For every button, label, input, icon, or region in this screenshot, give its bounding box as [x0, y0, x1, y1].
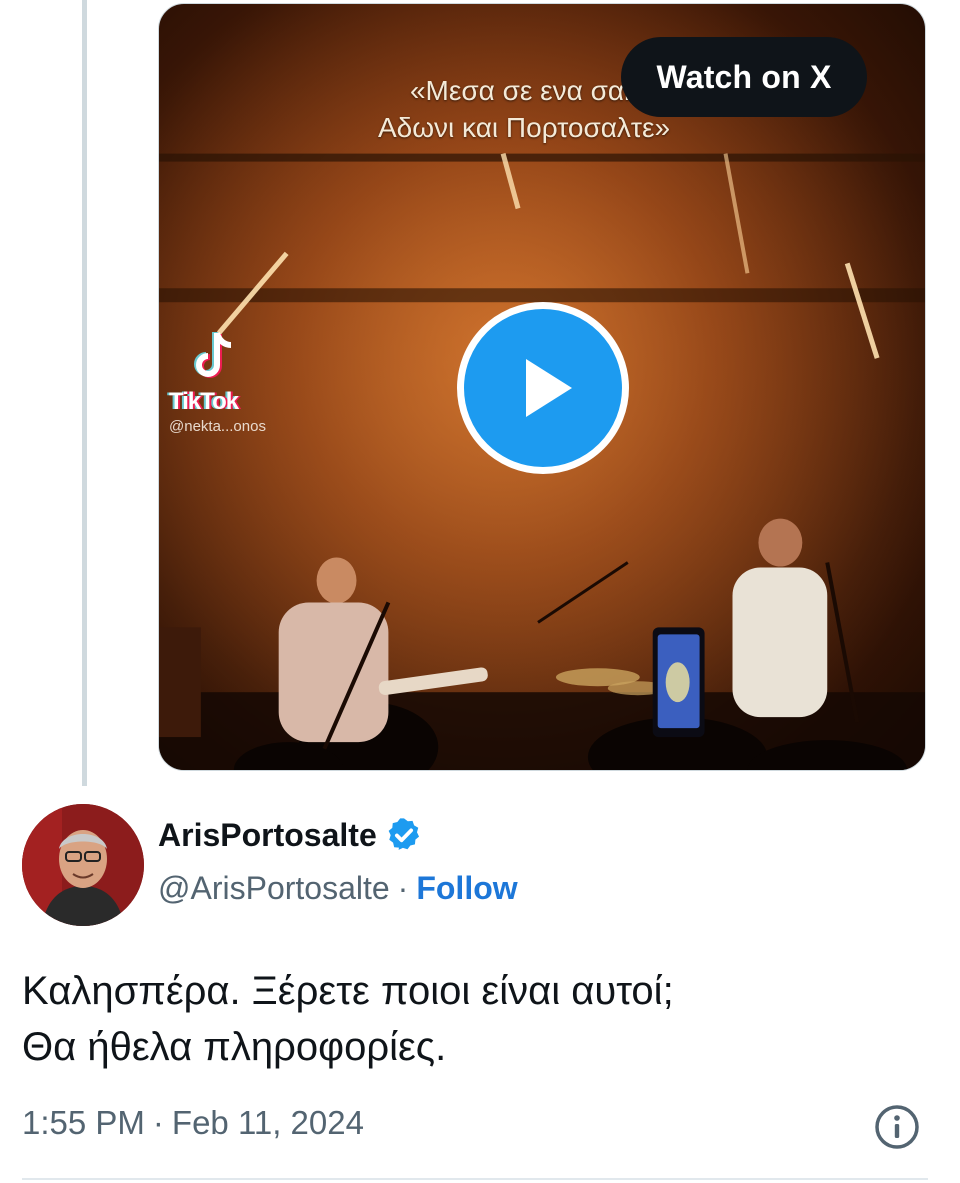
- avatar-image: [22, 804, 144, 926]
- author-name-row: ArisPortosalte: [158, 816, 423, 854]
- follow-button[interactable]: Follow: [416, 870, 517, 907]
- watch-on-x-button[interactable]: Watch on X: [621, 37, 867, 117]
- tweet-text-line-2: Θα ήθελα πληροφορίες.: [22, 1025, 447, 1069]
- tiktok-watermark: TikTok @nekta...onos: [169, 329, 266, 435]
- embedded-video[interactable]: «Μεσα σε ενα σακ Αδωνι και Πορτοσαλτε» W…: [158, 3, 926, 771]
- timestamp-separator: ·: [152, 1104, 164, 1141]
- tiktok-logo-icon: [194, 332, 232, 378]
- tweet-date: Feb 11, 2024: [171, 1104, 364, 1141]
- bottom-divider: [22, 1178, 928, 1180]
- tweet-text-line-1: Καλησπέρα. Ξέρετε ποιοι είναι αυτοί;: [22, 969, 674, 1013]
- play-button[interactable]: [457, 302, 629, 474]
- tweet-text: Καλησπέρα. Ξέρετε ποιοι είναι αυτοί; Θα …: [22, 963, 932, 1075]
- tiktok-handle: @nekta...onos: [169, 418, 266, 435]
- tweet-author: ArisPortosalte @ArisPortosalte · Follow: [22, 804, 922, 928]
- author-handle[interactable]: @ArisPortosalte: [158, 870, 390, 907]
- info-icon[interactable]: [874, 1104, 920, 1150]
- tiktok-label: TikTok: [169, 388, 239, 415]
- tweet-time: 1:55 PM: [22, 1104, 145, 1141]
- avatar[interactable]: [22, 804, 144, 926]
- tweet-timestamp[interactable]: 1:55 PM · Feb 11, 2024: [22, 1104, 364, 1142]
- thread-connector-line: [82, 0, 87, 786]
- display-name[interactable]: ArisPortosalte: [158, 817, 377, 854]
- author-handle-row: @ArisPortosalte · Follow: [158, 870, 518, 907]
- separator-dot: ·: [397, 870, 409, 906]
- verified-badge-icon: [388, 818, 419, 850]
- play-icon: [526, 359, 572, 417]
